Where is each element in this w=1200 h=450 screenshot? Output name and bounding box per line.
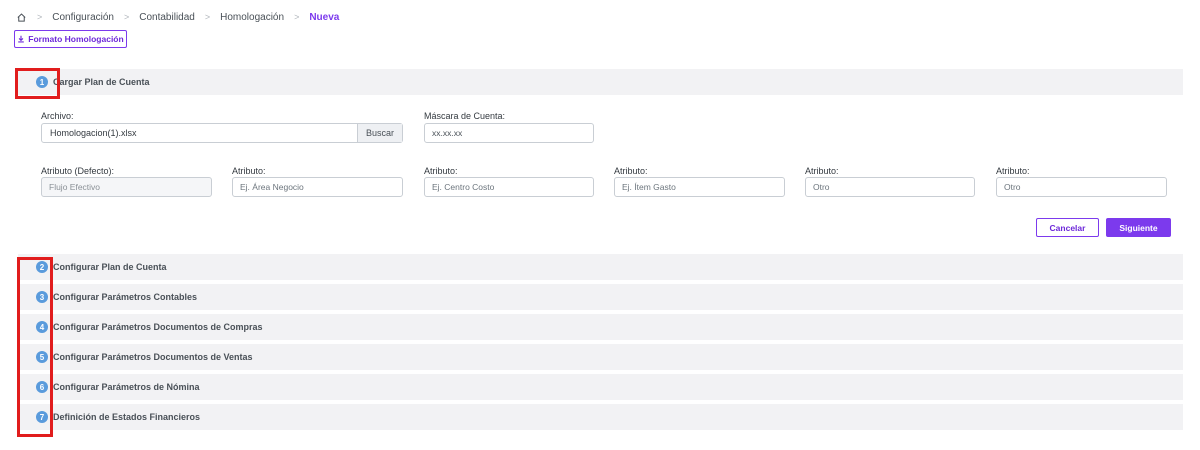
breadcrumb-separator: > (204, 12, 211, 22)
step-5-label: Configurar Parámetros Documentos de Vent… (53, 352, 253, 362)
step-7-header[interactable]: 7 Definición de Estados Financieros (18, 404, 1183, 430)
step-5-header[interactable]: 5 Configurar Parámetros Documentos de Ve… (18, 344, 1183, 370)
step-1-label: Cargar Plan de Cuenta (53, 77, 150, 87)
highlight-box-step-1 (15, 68, 60, 99)
step-6-label: Configurar Parámetros de Nómina (53, 382, 200, 392)
breadcrumb-separator: > (123, 12, 130, 22)
next-button[interactable]: Siguiente (1106, 218, 1171, 237)
atributo-defecto-input: Flujo Efectivo (41, 177, 212, 197)
archivo-file-input[interactable]: Homologacion(1).xlsx Buscar (41, 123, 403, 143)
home-icon[interactable] (15, 11, 27, 23)
atributo-placeholder-2: Ej. Centro Costo (432, 182, 495, 192)
step-6-header[interactable]: 6 Configurar Parámetros de Nómina (18, 374, 1183, 400)
atributo-defecto-value: Flujo Efectivo (49, 182, 101, 192)
atributo-defecto-label: Atributo (Defecto): (41, 166, 115, 176)
step-3-label: Configurar Parámetros Contables (53, 292, 198, 302)
breadcrumb-separator: > (294, 12, 300, 22)
atributo-label-4: Atributo: (805, 166, 839, 176)
atributo-label-2: Atributo: (424, 166, 458, 176)
atributo-placeholder-1: Ej. Área Negocio (240, 182, 304, 192)
atributo-input-4[interactable]: Otro (805, 177, 975, 197)
download-icon (18, 35, 25, 43)
step-2-header[interactable]: 2 Configurar Plan de Cuenta (18, 254, 1183, 280)
highlight-box-steps-2-7 (17, 257, 53, 437)
atributo-label-3: Atributo: (614, 166, 648, 176)
step-4-header[interactable]: 4 Configurar Parámetros Documentos de Co… (18, 314, 1183, 340)
atributo-label-5: Atributo: (996, 166, 1030, 176)
atributo-input-5[interactable]: Otro (996, 177, 1167, 197)
atributo-placeholder-3: Ej. Ítem Gasto (622, 182, 676, 192)
step-4-label: Configurar Parámetros Documentos de Comp… (53, 322, 263, 332)
step-2-label: Configurar Plan de Cuenta (53, 262, 167, 272)
breadcrumb-separator: > (37, 12, 43, 22)
archivo-file-name: Homologacion(1).xlsx (50, 128, 137, 138)
breadcrumb: > Configuración > Contabilidad > Homolog… (15, 11, 339, 23)
breadcrumb-item-configuracion[interactable]: Configuración (52, 12, 114, 23)
cancel-button[interactable]: Cancelar (1036, 218, 1099, 237)
breadcrumb-item-homologacion[interactable]: Homologación (220, 12, 284, 23)
mascara-input[interactable]: xx.xx.xx (424, 123, 594, 143)
mascara-label: Máscara de Cuenta: (424, 111, 506, 121)
atributo-placeholder-4: Otro (813, 182, 830, 192)
step-1-header[interactable]: 1 Cargar Plan de Cuenta (18, 69, 1183, 95)
breadcrumb-item-contabilidad[interactable]: Contabilidad (139, 12, 195, 23)
formato-homologacion-button[interactable]: Formato Homologación (14, 30, 127, 48)
mascara-value: xx.xx.xx (432, 128, 463, 138)
breadcrumb-item-active: Nueva (309, 11, 340, 23)
atributo-label-1: Atributo: (232, 166, 266, 176)
step-3-header[interactable]: 3 Configurar Parámetros Contables (18, 284, 1183, 310)
formato-homologacion-label: Formato Homologación (28, 34, 124, 44)
atributo-input-1[interactable]: Ej. Área Negocio (232, 177, 403, 197)
atributo-input-2[interactable]: Ej. Centro Costo (424, 177, 594, 197)
atributo-input-3[interactable]: Ej. Ítem Gasto (614, 177, 785, 197)
archivo-label: Archivo: (41, 111, 74, 121)
step-7-label: Definición de Estados Financieros (53, 412, 201, 422)
atributo-placeholder-5: Otro (1004, 182, 1021, 192)
buscar-button[interactable]: Buscar (357, 124, 402, 142)
